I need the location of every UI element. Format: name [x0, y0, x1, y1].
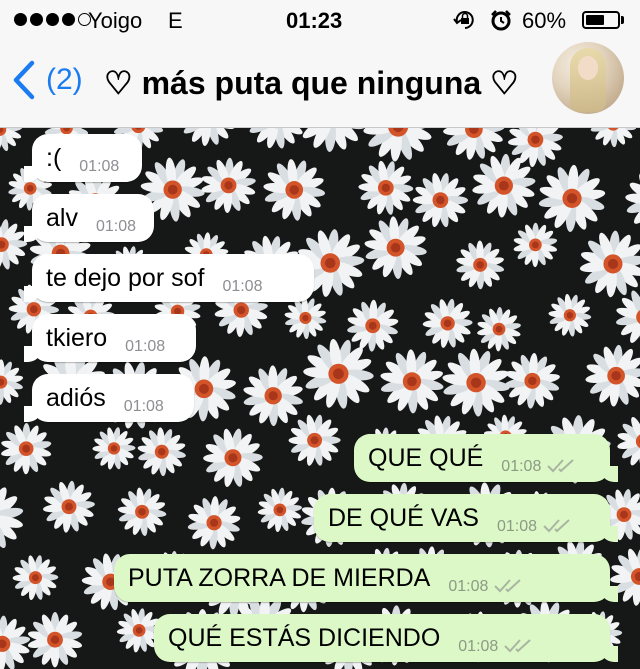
message-bubble-outgoing[interactable]: DE QUÉ VAS 01:08 [314, 494, 618, 542]
alarm-icon [489, 9, 513, 37]
chat-title[interactable]: ♡ más puta que ninguna ♡ [104, 64, 519, 102]
message-bubble-outgoing[interactable]: PUTA ZORRA DE MIERDA 01:08 [114, 554, 618, 602]
carrier-name: Yoigo [88, 8, 143, 33]
message-bubble-incoming[interactable]: alv 01:08 [24, 194, 154, 242]
message-text: QUÉ ESTÁS DICIENDO [168, 623, 441, 652]
back-button[interactable]: (2) [12, 60, 83, 100]
message-time: 01:08 [496, 518, 538, 535]
unread-count: (2) [46, 63, 83, 96]
message-bubble-incoming[interactable]: te dejo por sof 01:08 [24, 254, 314, 302]
message-time: 01:08 [222, 278, 263, 295]
battery-percentage: 60% [522, 8, 567, 33]
message-time: 01:08 [125, 338, 166, 355]
message-time: 01:08 [95, 218, 137, 235]
chat-background: :( 01:08 alv 01:08 te dejo por sof 01:08… [0, 128, 640, 669]
double-check-icon [504, 639, 531, 653]
message-text: DE QUÉ VAS [328, 503, 479, 532]
message-time: 01:08 [501, 458, 542, 475]
message-bubble-incoming[interactable]: tkiero 01:08 [24, 314, 196, 362]
chevron-left-icon [13, 60, 35, 100]
message-text: adiós [46, 383, 106, 412]
message-text: alv [46, 203, 78, 232]
chat-header: (2) ♡ más puta que ninguna ♡ [0, 40, 640, 128]
message-bubble-incoming[interactable]: :( 01:08 [24, 134, 142, 182]
message-text: te dejo por sof [46, 263, 205, 292]
network-type: E [168, 8, 183, 33]
battery-fill [586, 15, 604, 25]
message-text: QUE QUÉ [368, 443, 484, 472]
double-check-icon [547, 459, 575, 473]
message-time: 01:08 [448, 578, 489, 595]
status-time: 01:23 [286, 8, 343, 33]
message-bubble-incoming[interactable]: adiós 01:08 [24, 374, 194, 422]
contact-avatar[interactable] [552, 42, 624, 114]
message-text: PUTA ZORRA DE MIERDA [128, 563, 431, 592]
battery-icon [582, 11, 620, 29]
rotation-lock-icon [453, 9, 477, 37]
message-text: tkiero [46, 323, 108, 352]
status-bar: Yoigo E 01:23 60% [0, 0, 640, 40]
double-check-icon [543, 519, 570, 533]
message-time: 01:08 [458, 638, 499, 655]
message-bubble-outgoing[interactable]: QUÉ ESTÁS DICIENDO 01:08 [154, 614, 618, 662]
signal-dots-icon [14, 13, 91, 26]
message-time: 01:08 [79, 158, 120, 175]
message-text: :( [46, 143, 62, 172]
message-time: 01:08 [123, 398, 164, 415]
message-bubble-outgoing[interactable]: QUE QUÉ 01:08 [354, 434, 618, 482]
double-check-icon [494, 579, 522, 593]
